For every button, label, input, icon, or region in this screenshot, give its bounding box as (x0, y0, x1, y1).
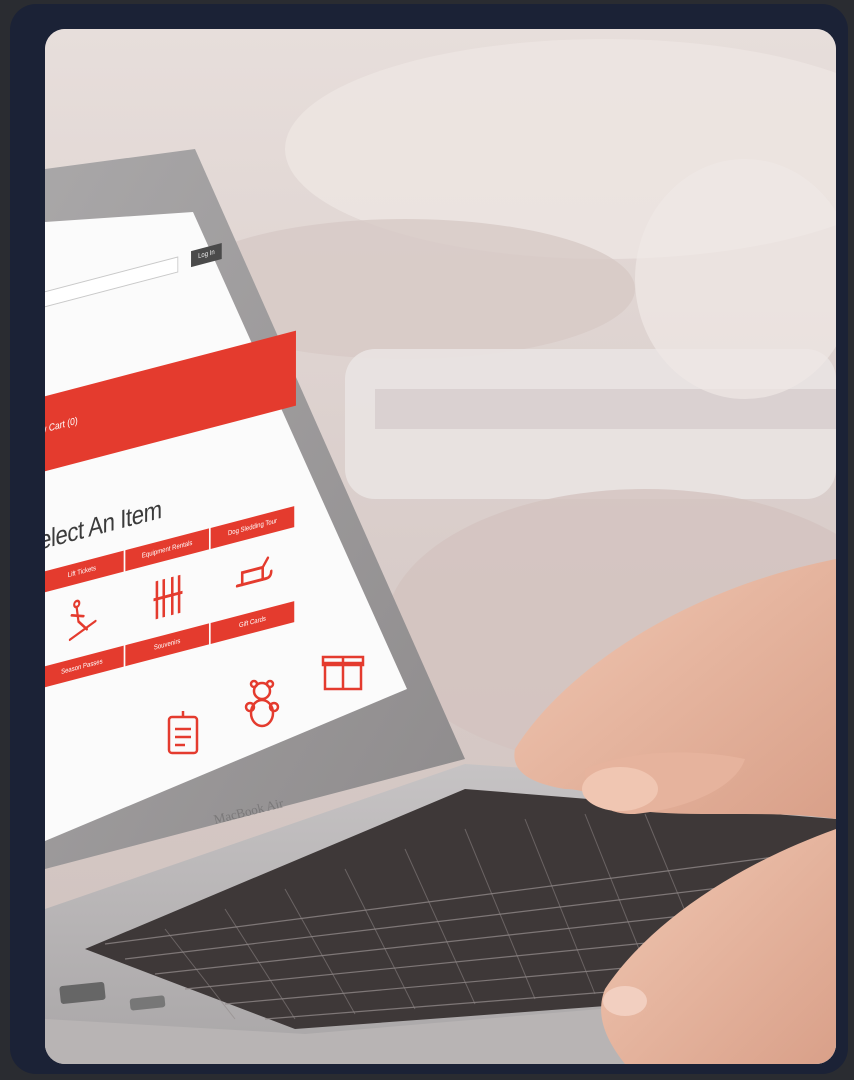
category-season-passes[interactable]: Season Passes (45, 645, 124, 689)
laptop-screen-ui: Log In View Cart (0) Select An Item Lift… (45, 207, 330, 707)
category-gift-cards[interactable]: Gift Cards (210, 601, 295, 644)
skier-icon (68, 599, 97, 642)
category-lift-tickets[interactable]: Lift Tickets (45, 550, 124, 594)
view-cart-link[interactable]: View Cart (0) (45, 416, 78, 440)
image-frame: MacBook Air Log In Cart (0) Select An It… (10, 4, 848, 1074)
login-button[interactable]: Log In (191, 243, 222, 268)
gift-icon (321, 655, 365, 691)
skis-icon (153, 574, 183, 620)
category-souvenirs[interactable]: Souvenirs (125, 623, 209, 667)
category-equipment-rentals[interactable]: Equipment Rentals (125, 528, 209, 572)
nav-bar: View Cart (0) (45, 330, 296, 477)
pass-card-icon (167, 711, 199, 755)
teddy-bear-icon (244, 679, 280, 728)
sled-icon (235, 556, 273, 588)
laptop-photo: MacBook Air Log In Cart (0) Select An It… (45, 29, 836, 1064)
category-dog-sledding-tour[interactable]: Dog Sledding Tour (210, 506, 295, 549)
